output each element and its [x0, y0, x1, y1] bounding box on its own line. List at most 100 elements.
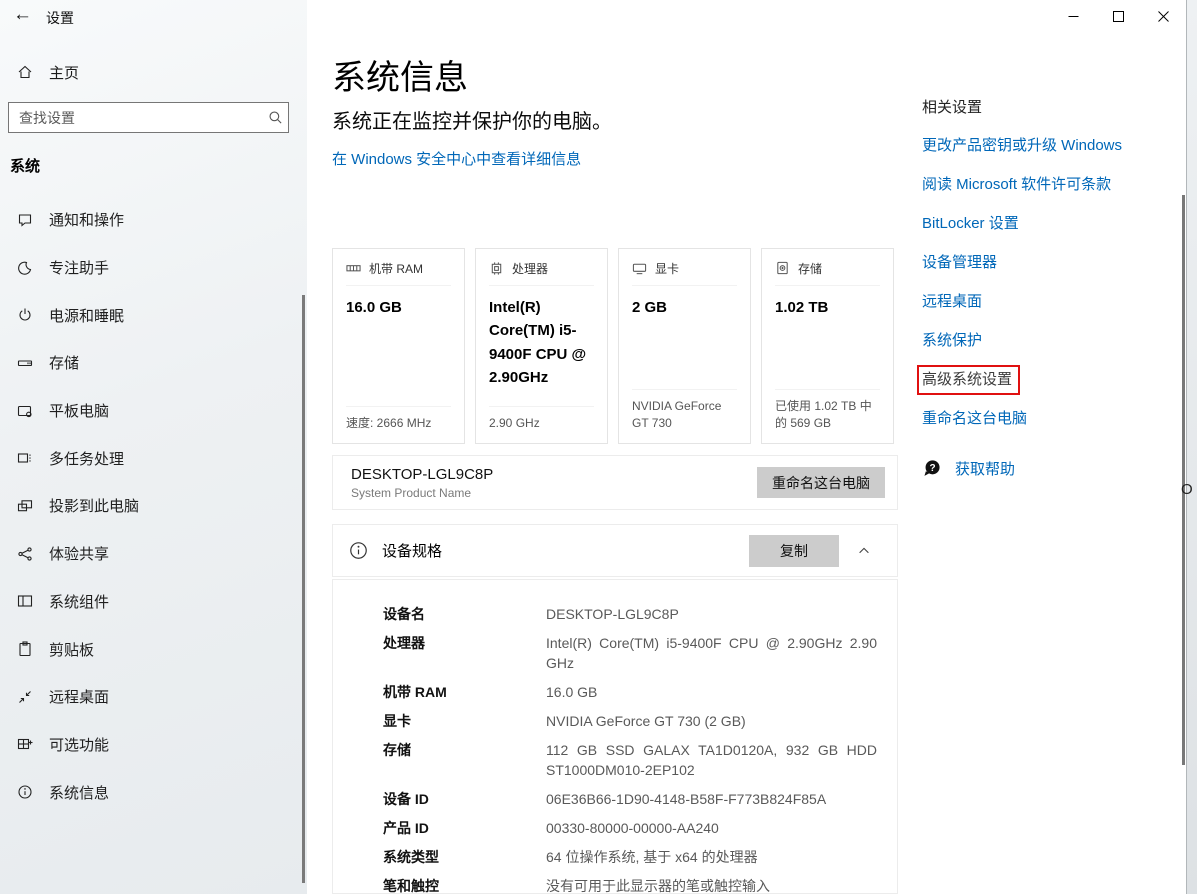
- spec-label: 处理器: [383, 633, 546, 673]
- get-help-row[interactable]: ? 获取帮助: [922, 458, 1137, 479]
- window-edge-strip: [1186, 0, 1197, 894]
- sidebar-item-label: 平板电脑: [49, 400, 109, 421]
- remote-desktop-icon: [16, 689, 34, 705]
- search-input[interactable]: [9, 110, 262, 126]
- card-label: 机带 RAM: [369, 260, 423, 277]
- device-specs-table: 设备名 DESKTOP-LGL9C8P 处理器 Intel(R) Core(TM…: [332, 579, 898, 894]
- edge-artifact-letter: O: [1181, 481, 1193, 498]
- link-change-product-key[interactable]: 更改产品密钥或升级 Windows: [922, 138, 1137, 154]
- spec-label: 产品 ID: [383, 818, 546, 838]
- spec-value: DESKTOP-LGL9C8P: [546, 604, 877, 624]
- optional-features-icon: [16, 736, 34, 752]
- spec-label: 显卡: [383, 711, 546, 731]
- sidebar-item-storage[interactable]: 存储: [0, 339, 303, 387]
- card-label: 处理器: [512, 260, 548, 277]
- table-row: 处理器 Intel(R) Core(TM) i5-9400F CPU @ 2.9…: [383, 633, 877, 673]
- sidebar-item-multitasking[interactable]: 多任务处理: [0, 434, 303, 482]
- back-arrow-icon[interactable]: ←: [13, 4, 32, 26]
- table-row: 机带 RAM 16.0 GB: [383, 682, 877, 702]
- sidebar: ← 设置 主页 系统 通知和操作 专注助手: [0, 0, 307, 894]
- link-system-protection[interactable]: 系统保护: [922, 333, 1137, 349]
- sidebar-scrollbar[interactable]: [302, 295, 305, 883]
- sidebar-item-home[interactable]: 主页: [0, 56, 307, 88]
- card-footer: 速度: 2666 MHz: [346, 406, 451, 432]
- help-bubble-icon: ?: [922, 459, 942, 479]
- clipboard-icon: [16, 641, 34, 657]
- hardware-cards: 机带 RAM 16.0 GB 速度: 2666 MHz 处理器 Intel(R)…: [332, 248, 894, 444]
- sidebar-nav: 通知和操作 专注助手 电源和睡眠 存储 平板电脑 多任务处理: [0, 196, 303, 816]
- specs-title: 设备规格: [382, 540, 442, 561]
- info-icon: [349, 541, 368, 560]
- projecting-icon: [16, 498, 34, 514]
- sidebar-item-shared-experiences[interactable]: 体验共享: [0, 530, 303, 578]
- sidebar-item-label: 系统信息: [49, 782, 109, 803]
- get-help-link[interactable]: 获取帮助: [955, 458, 1015, 479]
- related-settings: 相关设置 更改产品密钥或升级 Windows 阅读 Microsoft 软件许可…: [922, 96, 1137, 479]
- link-device-manager[interactable]: 设备管理器: [922, 255, 1137, 271]
- content-scrollbar[interactable]: [1182, 195, 1185, 765]
- multitasking-icon: [16, 450, 34, 466]
- maximize-button[interactable]: [1096, 0, 1141, 32]
- sidebar-item-system-components[interactable]: 系统组件: [0, 578, 303, 626]
- spec-value: 16.0 GB: [546, 682, 877, 702]
- sidebar-item-label: 可选功能: [49, 734, 109, 755]
- spec-label: 存储: [383, 740, 546, 780]
- link-advanced-system-settings[interactable]: 高级系统设置: [922, 372, 1137, 388]
- minimize-button[interactable]: [1051, 0, 1096, 32]
- spec-label: 笔和触控: [383, 876, 546, 894]
- sidebar-item-tablet[interactable]: 平板电脑: [0, 387, 303, 435]
- link-license-terms[interactable]: 阅读 Microsoft 软件许可条款: [922, 177, 1137, 193]
- page-title: 系统信息: [332, 50, 468, 99]
- home-icon: [16, 64, 34, 80]
- card-value: 2 GB: [632, 296, 737, 319]
- link-bitlocker-settings[interactable]: BitLocker 设置: [922, 216, 1137, 232]
- gpu-icon: [632, 261, 647, 276]
- spec-value: 06E36B66-1D90-4148-B58F-F773B824F85A: [546, 789, 877, 809]
- card-footer: 2.90 GHz: [489, 406, 594, 432]
- about-icon: [16, 784, 34, 800]
- sidebar-item-projecting[interactable]: 投影到此电脑: [0, 482, 303, 530]
- spec-value: NVIDIA GeForce GT 730 (2 GB): [546, 711, 877, 731]
- link-remote-desktop[interactable]: 远程桌面: [922, 294, 1137, 310]
- card-footer: 已使用 1.02 TB 中的 569 GB: [775, 389, 880, 432]
- copy-button[interactable]: 复制: [749, 535, 839, 567]
- security-center-link[interactable]: 在 Windows 安全中心中查看详细信息: [332, 148, 581, 169]
- table-row: 笔和触控 没有可用于此显示器的笔或触控输入: [383, 876, 877, 894]
- spec-value: 112 GB SSD GALAX TA1D0120A, 932 GB HDD S…: [546, 740, 877, 780]
- card-footer: NVIDIA GeForce GT 730: [632, 389, 737, 432]
- sidebar-item-focus-assist[interactable]: 专注助手: [0, 244, 303, 292]
- rename-pc-button[interactable]: 重命名这台电脑: [757, 467, 885, 498]
- sidebar-item-label: 主页: [49, 62, 79, 83]
- ram-icon: [346, 261, 361, 276]
- cpu-card: 处理器 Intel(R) Core(TM) i5-9400F CPU @ 2.9…: [475, 248, 608, 444]
- collapse-button[interactable]: [847, 535, 881, 567]
- table-row: 产品 ID 00330-80000-00000-AA240: [383, 818, 877, 838]
- spec-value: 64 位操作系统, 基于 x64 的处理器: [546, 847, 877, 867]
- spec-label: 系统类型: [383, 847, 546, 867]
- sidebar-item-remote-desktop[interactable]: 远程桌面: [0, 673, 303, 721]
- table-row: 设备名 DESKTOP-LGL9C8P: [383, 604, 877, 624]
- close-button[interactable]: [1141, 0, 1186, 32]
- sidebar-item-clipboard[interactable]: 剪贴板: [0, 625, 303, 673]
- table-row: 系统类型 64 位操作系统, 基于 x64 的处理器: [383, 847, 877, 867]
- spec-label: 机带 RAM: [383, 682, 546, 702]
- gpu-card: 显卡 2 GB NVIDIA GeForce GT 730: [618, 248, 751, 444]
- app-title: 设置: [46, 8, 74, 28]
- spec-label: 设备名: [383, 604, 546, 624]
- sidebar-item-optional-features[interactable]: 可选功能: [0, 721, 303, 769]
- shared-experiences-icon: [16, 546, 34, 562]
- table-row: 存储 112 GB SSD GALAX TA1D0120A, 932 GB HD…: [383, 740, 877, 780]
- red-highlight-box: 高级系统设置: [917, 365, 1020, 395]
- ram-card: 机带 RAM 16.0 GB 速度: 2666 MHz: [332, 248, 465, 444]
- card-label: 存储: [798, 260, 822, 277]
- device-specs-header: 设备规格 复制: [332, 524, 898, 577]
- cpu-icon: [489, 261, 504, 276]
- window-controls: [1051, 0, 1186, 32]
- sidebar-item-power-sleep[interactable]: 电源和睡眠: [0, 291, 303, 339]
- sidebar-item-notifications[interactable]: 通知和操作: [0, 196, 303, 244]
- link-rename-this-pc[interactable]: 重命名这台电脑: [922, 411, 1137, 427]
- card-label: 显卡: [655, 260, 679, 277]
- related-settings-title: 相关设置: [922, 96, 1137, 117]
- sidebar-item-about[interactable]: 系统信息: [0, 768, 303, 816]
- search-icon[interactable]: [262, 110, 288, 125]
